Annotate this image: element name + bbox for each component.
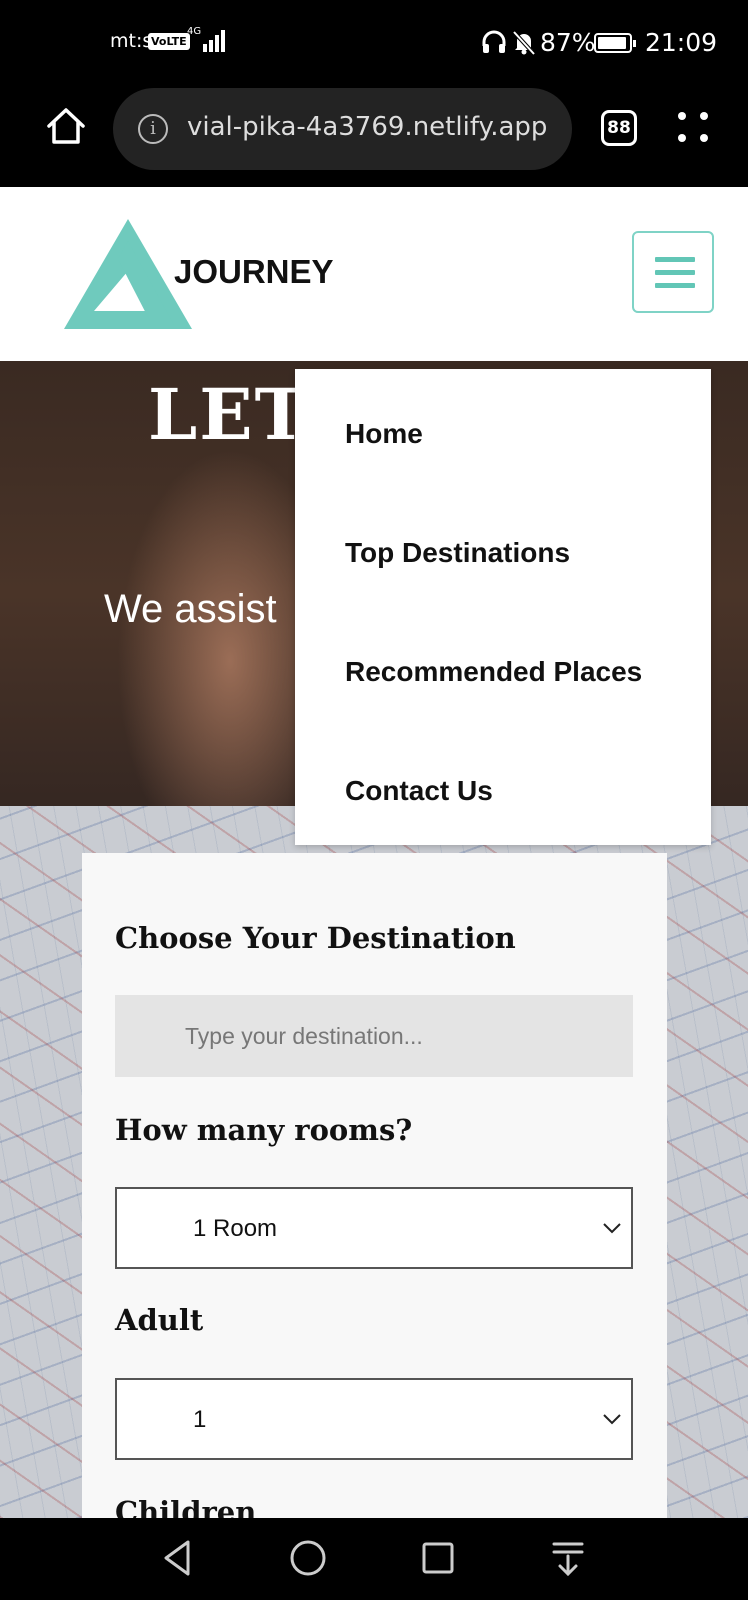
system-nav-bar [0,1518,748,1600]
home-icon[interactable] [44,104,88,148]
destination-label: Choose Your Destination [115,921,516,955]
chevron-down-icon [603,1223,621,1234]
nav-item-top-destinations[interactable]: Top Destinations [345,537,570,569]
carrier-label: mt:s [110,30,153,52]
battery-percent: 87% [540,28,596,57]
volte-badge: VoLTE [148,33,190,50]
adult-label: Adult [115,1303,204,1337]
logo-text[interactable]: JOURNEY [174,253,334,291]
status-bar: mt:s VoLTE 4G 87% 21:09 [0,0,748,88]
hero-subtitle: We assist [104,587,277,631]
adult-select[interactable]: 1 [115,1378,633,1460]
url-text[interactable]: vial-pika-4a3769.netlify.app [187,112,547,142]
browser-toolbar: i vial-pika-4a3769.netlify.app 88 [0,88,748,187]
rooms-select-value: 1 Room [193,1215,278,1242]
notification-pull-icon[interactable] [548,1538,588,1578]
children-label: Children [115,1495,257,1518]
adult-select-value: 1 [193,1406,207,1433]
home-circle-icon[interactable] [288,1538,328,1578]
headphone-icon [482,30,506,53]
dropdown-nav-menu: Home Top Destinations Recommended Places… [295,369,711,845]
nav-item-recommended-places[interactable]: Recommended Places [345,656,642,688]
nav-item-contact-us[interactable]: Contact Us [345,775,493,807]
hero-title: LET [148,373,309,456]
tabs-icon[interactable]: 88 [601,110,637,146]
battery-icon [594,33,636,53]
menu-icon[interactable] [676,110,710,144]
recents-icon[interactable] [418,1538,458,1578]
booking-form: Choose Your Destination How many rooms? … [82,853,667,1518]
site-header: JOURNEY [0,187,748,361]
info-icon[interactable]: i [138,114,168,144]
clock: 21:09 [645,28,718,57]
chevron-down-icon [603,1414,621,1425]
back-icon[interactable] [158,1538,198,1578]
rooms-label: How many rooms? [115,1113,413,1147]
hamburger-menu-button[interactable] [632,231,714,313]
rooms-select[interactable]: 1 Room [115,1187,633,1269]
mute-bell-icon [512,30,536,56]
address-bar[interactable]: i vial-pika-4a3769.netlify.app [113,88,572,170]
network-type: 4G [187,26,202,37]
logo-triangle-icon [64,219,192,329]
signal-icon [203,30,229,52]
nav-item-home[interactable]: Home [345,418,423,450]
destination-input[interactable] [115,995,633,1077]
